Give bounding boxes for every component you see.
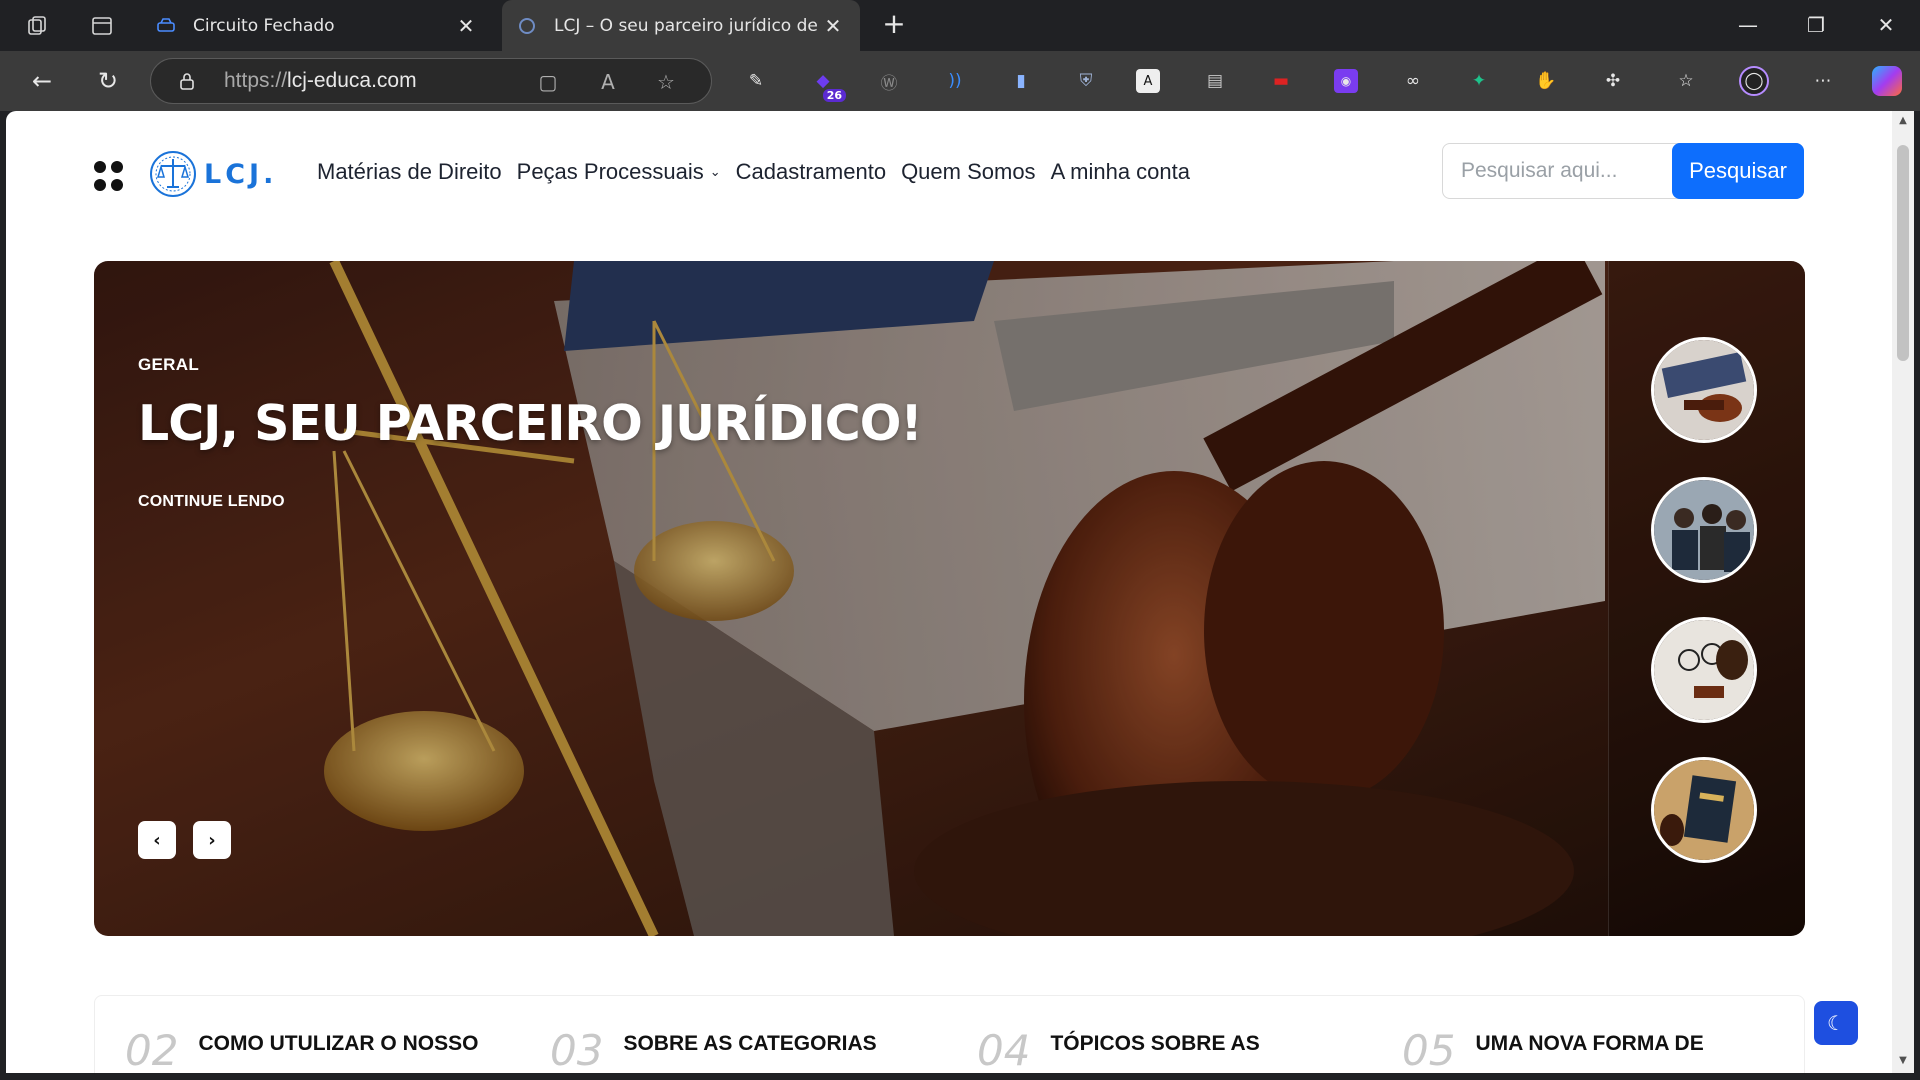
camera-extension-icon[interactable]: ◉	[1334, 69, 1358, 93]
copilot-icon[interactable]	[1872, 66, 1902, 96]
stop-hand-extension-icon[interactable]: ✋	[1531, 66, 1561, 96]
nav-cadastramento[interactable]: Cadastramento	[736, 159, 886, 185]
profile-avatar-icon[interactable]: ◯	[1739, 66, 1769, 96]
scales-logo-icon	[150, 151, 196, 197]
wave-extension-icon[interactable]: ))	[940, 66, 970, 96]
people-meeting-thumbnail[interactable]	[1651, 477, 1757, 583]
nav-pecas-processuais[interactable]: Peças Processuais ⌄	[517, 159, 721, 185]
tab-title: LCJ – O seu parceiro jurídico de b	[554, 15, 822, 36]
reload-icon[interactable]: ↻	[90, 63, 126, 99]
shield-extension-icon[interactable]: ⛨	[1071, 66, 1101, 96]
scrollbar-thumb[interactable]	[1897, 145, 1909, 361]
main-navigation: Matérias de Direito Peças Processuais ⌄ C…	[317, 159, 1205, 185]
document-extension-icon[interactable]: ▮	[1006, 66, 1036, 96]
page-viewport: LCJ. Matérias de Direito Peças Processua…	[6, 111, 1892, 1073]
browser-tab-bar: Circuito Fechado ✕ LCJ – O seu parceiro …	[0, 0, 1920, 51]
hero-background-image	[94, 261, 1805, 936]
tab-lcj[interactable]: LCJ – O seu parceiro jurídico de b ✕	[502, 0, 860, 51]
slider-prev-button[interactable]: ‹	[138, 821, 176, 859]
featured-item[interactable]: 05 UMA NOVA FORMA DE	[1402, 1026, 1704, 1073]
hero-category[interactable]: GERAL	[138, 355, 199, 375]
tab-title: Circuito Fechado	[193, 15, 335, 36]
featured-item[interactable]: 03 SOBRE AS CATEGORIAS	[550, 1026, 877, 1073]
search-input[interactable]	[1443, 144, 1673, 198]
slider-next-button[interactable]: ›	[193, 821, 231, 859]
featured-posts-strip: 02 COMO UTULIZAR O NOSSO 03 SOBRE AS CAT…	[94, 995, 1805, 1073]
close-window-icon[interactable]: ✕	[1866, 8, 1906, 42]
lock-icon[interactable]	[177, 71, 197, 91]
logo-text: LCJ.	[204, 158, 278, 190]
wordpress-extension-icon[interactable]: Ⓦ	[874, 66, 904, 96]
workspaces-icon[interactable]	[22, 10, 54, 42]
car-icon	[157, 17, 175, 35]
favorites-icon[interactable]: ☆	[1671, 66, 1701, 96]
site-search: Pesquisar	[1442, 143, 1804, 199]
clipboard-icon[interactable]: ▢	[535, 69, 561, 95]
slider-thumbnails	[1608, 261, 1805, 936]
hero-slider: GERAL LCJ, SEU PARCEIRO JURÍDICO! CONTIN…	[94, 261, 1805, 936]
apps-grid-icon[interactable]	[94, 161, 124, 191]
anchor-extension-icon[interactable]: A	[1136, 69, 1160, 93]
read-aloud-icon[interactable]: A	[595, 69, 621, 95]
tab-actions-icon[interactable]	[86, 10, 118, 42]
glasses-gavel-thumbnail[interactable]	[1651, 617, 1757, 723]
moon-icon: ☾	[1827, 1011, 1845, 1035]
address-bar[interactable]: https://lcj-educa.com ▢ A ☆	[150, 58, 712, 104]
dark-mode-toggle[interactable]: ☾	[1814, 1001, 1858, 1045]
featured-item[interactable]: 02 COMO UTULIZAR O NOSSO	[125, 1026, 478, 1073]
scroll-down-icon[interactable]: ▼	[1897, 1055, 1909, 1067]
browser-toolbar: ← ↻ https://lcj-educa.com ▢ A ☆ ✎ ◆ 26 Ⓦ …	[0, 51, 1920, 111]
close-icon[interactable]: ✕	[822, 14, 844, 38]
rainbow-extension-icon[interactable]: ▤	[1200, 66, 1230, 96]
page-scrollbar[interactable]: ▲ ▼	[1892, 111, 1914, 1073]
site-logo[interactable]: LCJ.	[148, 147, 277, 201]
close-icon[interactable]: ✕	[455, 14, 477, 38]
more-menu-icon[interactable]: ⋯	[1808, 66, 1838, 96]
favorite-star-icon[interactable]: ☆	[653, 69, 679, 95]
hero-title[interactable]: LCJ, SEU PARCEIRO JURÍDICO!	[138, 395, 923, 452]
window-bottom-edge	[0, 1073, 1920, 1080]
nav-quem-somos[interactable]: Quem Somos	[901, 159, 1036, 185]
loading-icon	[518, 17, 536, 35]
runner-extension-icon[interactable]: ✦	[1464, 66, 1494, 96]
new-tab-button[interactable]: +	[878, 9, 910, 41]
nav-materias-de-direito[interactable]: Matérias de Direito	[317, 159, 502, 185]
back-icon[interactable]: ←	[24, 63, 60, 99]
restore-icon[interactable]: ❐	[1796, 8, 1836, 42]
book-thumbnail[interactable]	[1651, 757, 1757, 863]
chevron-right-icon: ›	[208, 829, 216, 851]
minimize-icon[interactable]: —	[1728, 8, 1768, 42]
glasses-extension-icon[interactable]: ∞	[1398, 66, 1428, 96]
extensions-puzzle-icon[interactable]: ✣	[1598, 66, 1628, 96]
tab-circuito-fechado[interactable]: Circuito Fechado ✕	[141, 0, 493, 51]
search-button[interactable]: Pesquisar	[1672, 143, 1804, 199]
continue-reading-link[interactable]: CONTINUE LENDO	[138, 493, 285, 511]
url-text[interactable]: https://lcj-educa.com	[224, 69, 417, 93]
chevron-left-icon: ‹	[153, 829, 161, 851]
featured-item[interactable]: 04 TÓPICOS SOBRE AS	[977, 1026, 1260, 1073]
graduation-cap-extension-icon[interactable]: ◆ 26	[808, 66, 846, 102]
color-picker-extension-icon[interactable]: ✎	[741, 66, 771, 96]
chevron-down-icon: ⌄	[709, 164, 721, 179]
scroll-up-icon[interactable]: ▲	[1897, 115, 1909, 127]
nav-a-minha-conta[interactable]: A minha conta	[1051, 159, 1190, 185]
gavel-thumbnail[interactable]	[1651, 337, 1757, 443]
pdf-extension-icon[interactable]: ▬	[1266, 66, 1296, 96]
